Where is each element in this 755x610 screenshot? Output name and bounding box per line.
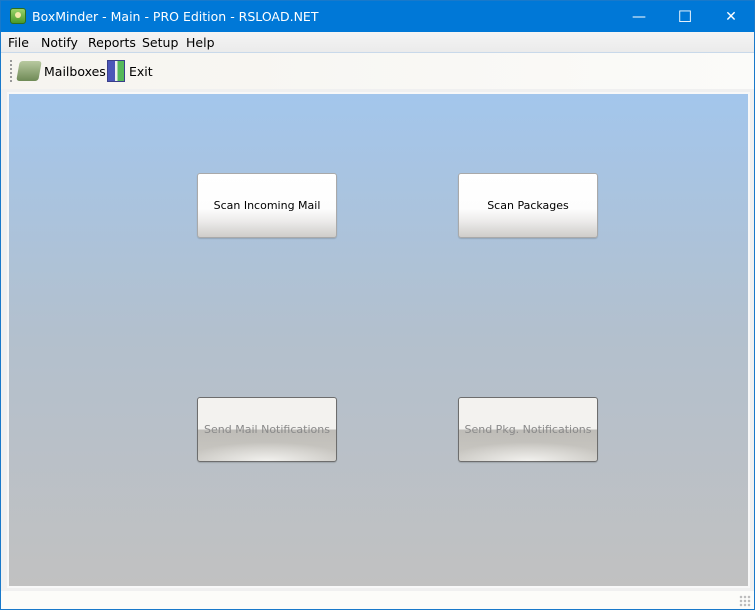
menu-help[interactable]: Help — [186, 35, 215, 50]
mailboxes-label: Mailboxes — [44, 63, 106, 79]
status-bar — [1, 591, 754, 609]
scan-packages-button[interactable]: Scan Packages — [458, 173, 598, 238]
window-title: BoxMinder - Main - PRO Edition - RSLOAD.… — [32, 9, 319, 24]
resize-grip-icon[interactable] — [739, 595, 751, 607]
mailboxes-button[interactable]: Mailboxes — [16, 61, 106, 81]
main-window: BoxMinder - Main - PRO Edition - RSLOAD.… — [0, 0, 755, 610]
send-mail-notifications-button[interactable]: Send Mail Notifications — [197, 397, 337, 462]
menu-file[interactable]: File — [8, 35, 29, 50]
menu-notify[interactable]: Notify — [41, 35, 78, 50]
menu-reports[interactable]: Reports — [88, 35, 136, 50]
minimize-button[interactable]: — — [616, 1, 662, 32]
scan-incoming-mail-button[interactable]: Scan Incoming Mail — [197, 173, 337, 238]
main-panel: Scan Incoming Mail Scan Packages Send Ma… — [7, 92, 750, 588]
exit-label: Exit — [129, 63, 153, 79]
exit-button[interactable]: Exit — [107, 60, 153, 82]
app-icon — [10, 8, 26, 24]
menu-bar: File Notify Reports Setup Help — [1, 32, 754, 53]
exit-door-icon — [107, 60, 125, 82]
close-button[interactable]: ✕ — [708, 1, 754, 32]
menu-setup[interactable]: Setup — [142, 35, 178, 50]
send-pkg-notifications-button[interactable]: Send Pkg. Notifications — [458, 397, 598, 462]
toolbar-grip[interactable] — [10, 60, 12, 82]
mailbox-icon — [16, 61, 42, 81]
title-bar: BoxMinder - Main - PRO Edition - RSLOAD.… — [1, 1, 754, 32]
maximize-button[interactable]: ☐ — [662, 1, 708, 32]
toolbar: Mailboxes Exit — [1, 53, 754, 89]
